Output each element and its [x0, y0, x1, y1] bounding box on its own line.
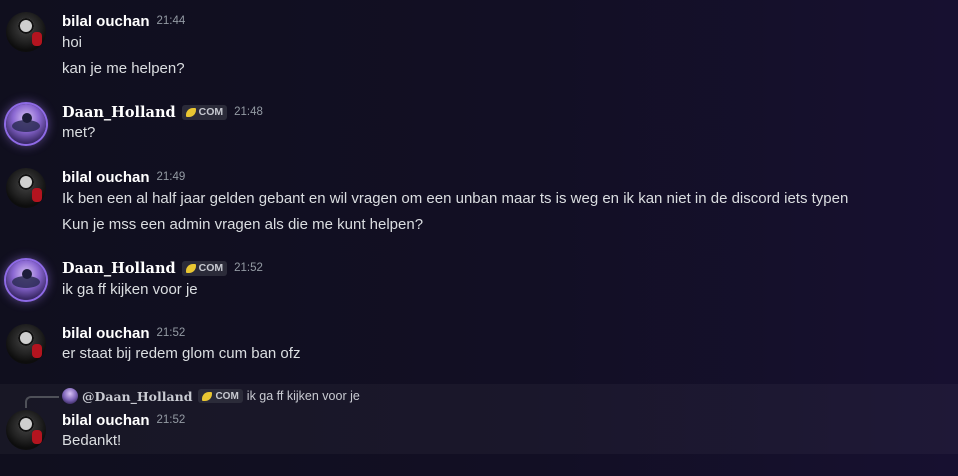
message-header: bilal ouchan 21:52: [62, 410, 185, 430]
message-header: bilal ouchan 21:52: [62, 323, 185, 343]
reply-spine: [25, 396, 59, 408]
message-text: met?: [62, 124, 96, 141]
leaf-icon: [202, 391, 213, 401]
reply-text[interactable]: ik ga ff kijken voor je: [247, 389, 360, 403]
username[interactable]: Daan_Holland: [62, 104, 176, 121]
reply-avatar[interactable]: [62, 388, 78, 404]
message-text: ik ga ff kijken voor je: [62, 281, 198, 298]
message-text: Ik ben een al half jaar gelden gebant en…: [62, 190, 849, 207]
message-text: Kun je mss een admin vragen als die me k…: [62, 216, 424, 233]
avatar-bilal[interactable]: [6, 168, 46, 208]
message-header: Daan_Holland COM 21:52: [62, 258, 263, 278]
guild-tag-label: COM: [198, 106, 224, 118]
username[interactable]: bilal ouchan: [62, 169, 150, 186]
avatar-bilal[interactable]: [6, 12, 46, 52]
reply-preview[interactable]: @Daan_Holland COM ik ga ff kijken voor j…: [62, 387, 360, 405]
message-text: er staat bij redem glom cum ban ofz: [62, 345, 301, 362]
guild-tag-label: COM: [215, 390, 239, 402]
username[interactable]: bilal ouchan: [62, 13, 150, 30]
message-header: bilal ouchan 21:44: [62, 11, 185, 31]
message-header: Daan_Holland COM 21:48: [62, 102, 263, 122]
message-header: bilal ouchan 21:49: [62, 167, 185, 187]
guild-tag-label: COM: [198, 262, 224, 274]
avatar-daan[interactable]: [6, 104, 46, 144]
avatar-bilal[interactable]: [6, 324, 46, 364]
leaf-icon: [185, 107, 196, 117]
timestamp[interactable]: 21:52: [157, 414, 186, 426]
reply-username[interactable]: @Daan_Holland: [82, 389, 192, 404]
username[interactable]: bilal ouchan: [62, 325, 150, 342]
avatar-bilal[interactable]: [6, 410, 46, 450]
message-text: kan je me helpen?: [62, 60, 185, 77]
timestamp[interactable]: 21:49: [157, 171, 186, 183]
username[interactable]: Daan_Holland: [62, 260, 176, 277]
timestamp[interactable]: 21:48: [234, 106, 263, 118]
chat-message-list: bilal ouchan 21:44 hoi kan je me helpen?…: [0, 0, 958, 476]
message-text: Bedankt!: [62, 432, 122, 449]
timestamp[interactable]: 21:52: [234, 262, 263, 274]
leaf-icon: [185, 263, 196, 273]
guild-tag-badge[interactable]: COM: [181, 260, 228, 276]
avatar-daan[interactable]: [6, 260, 46, 300]
username[interactable]: bilal ouchan: [62, 412, 150, 429]
timestamp[interactable]: 21:44: [157, 15, 186, 27]
timestamp[interactable]: 21:52: [157, 327, 186, 339]
message-text: hoi: [62, 34, 83, 51]
guild-tag-badge[interactable]: COM: [181, 104, 228, 120]
guild-tag-badge[interactable]: COM: [198, 389, 243, 403]
